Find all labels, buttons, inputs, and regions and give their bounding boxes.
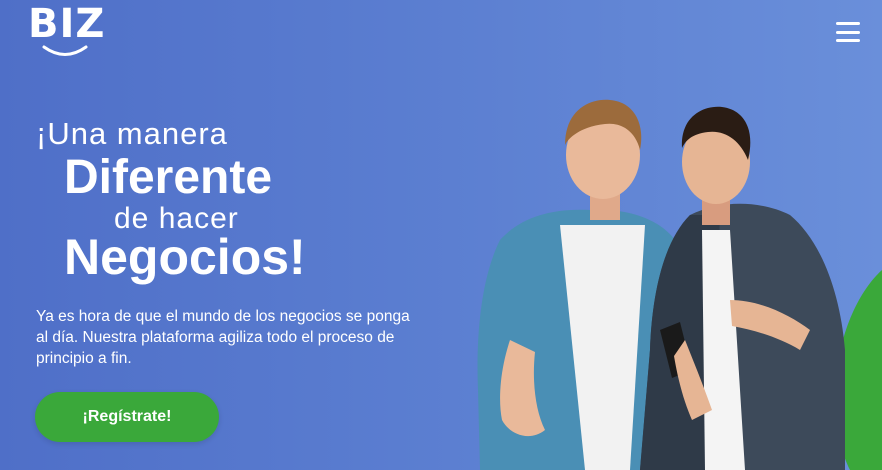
brand-name: BIZ [28,1,106,47]
headline-line-2: Diferente [64,151,273,204]
hamburger-icon-bar [836,39,860,42]
hero-image [477,99,882,470]
hamburger-icon-bar [836,30,860,34]
register-button[interactable]: ¡Regístrate! [35,392,219,442]
hero-description: Ya es hora de que el mundo de los negoci… [36,306,436,369]
brand-logo[interactable]: BIZ [28,2,104,60]
description-line: principio a fin. [36,350,132,367]
headline-line-4: Negocios! [64,229,306,285]
menu-button[interactable] [836,22,860,42]
headline-line-1: ¡Una manera [36,116,228,151]
hamburger-icon-bar [836,22,860,25]
person-right-figure [640,106,845,470]
description-line: al día. Nuestra plataforma agiliza todo … [36,329,395,346]
smile-icon [42,45,88,56]
description-line: Ya es hora de que el mundo de los negoci… [36,308,410,325]
